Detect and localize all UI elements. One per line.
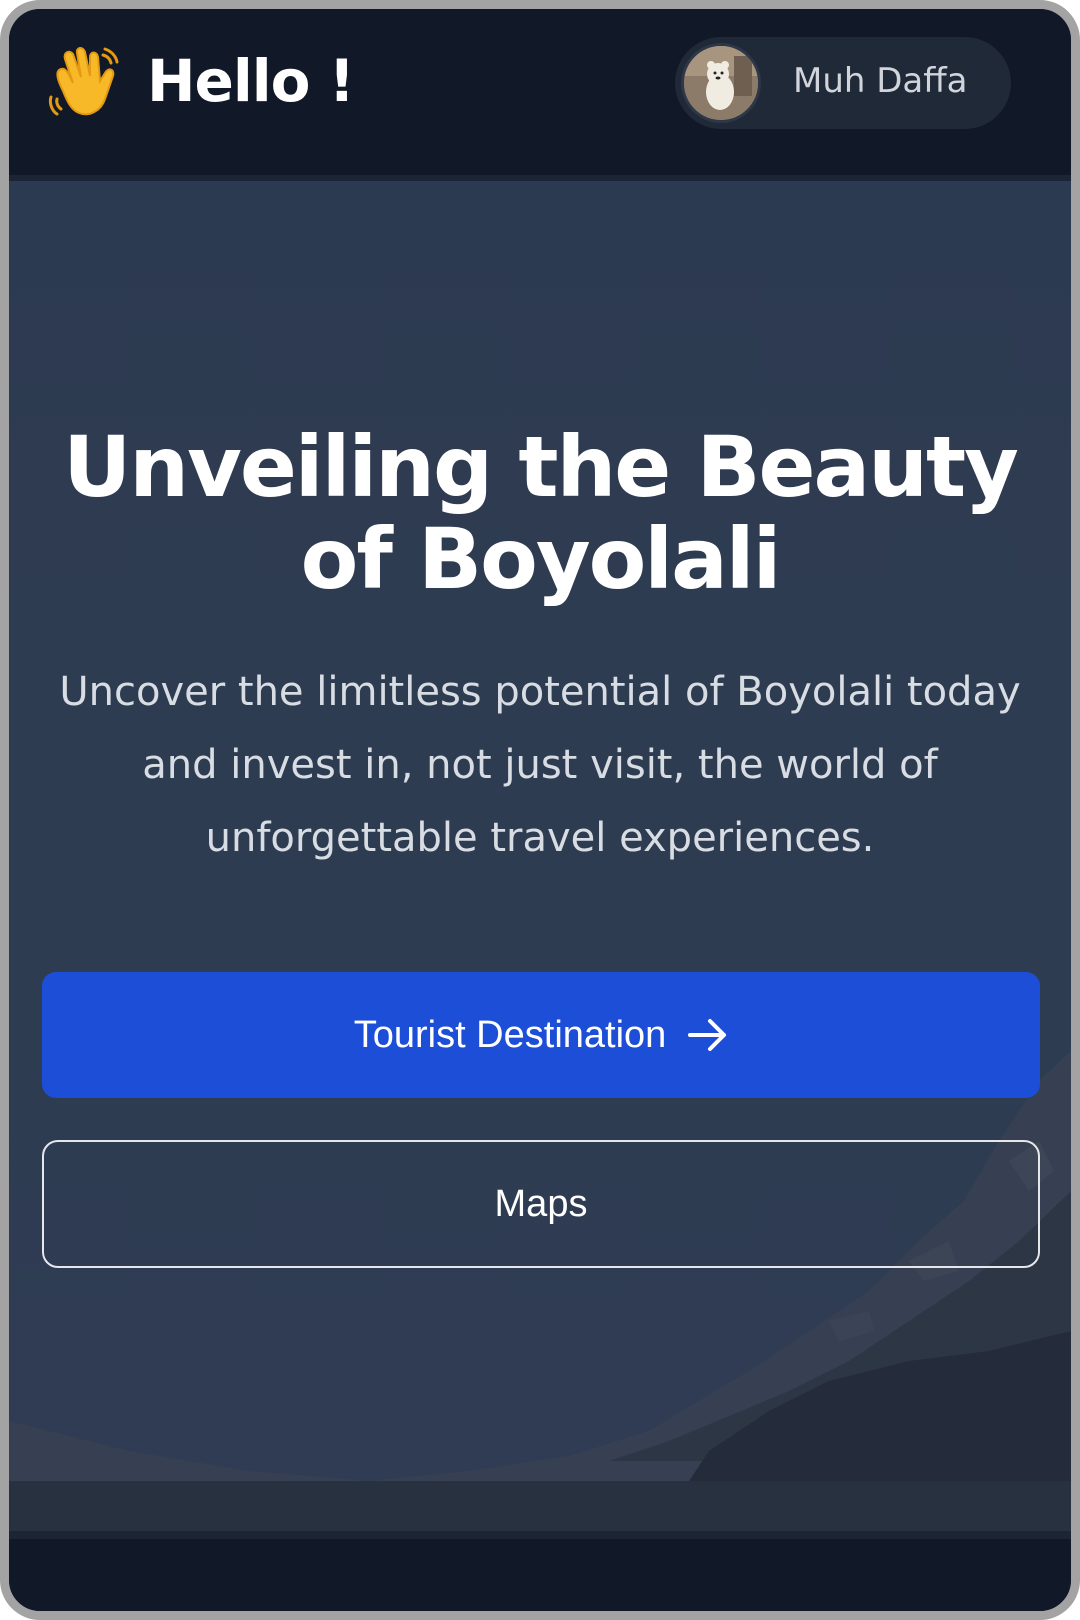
header: Hello ! Muh Daffa xyxy=(9,9,1071,181)
arrow-right-icon xyxy=(688,1019,727,1051)
user-name: Muh Daffa xyxy=(793,61,968,101)
hero-title: Unveiling the Beauty of Boyolali xyxy=(63,418,1019,608)
user-profile-button[interactable]: Muh Daffa xyxy=(675,37,1011,129)
bear-avatar-icon xyxy=(684,46,758,120)
tourist-destination-button[interactable]: Tourist Destination xyxy=(42,972,1040,1098)
tourist-destination-label: Tourist Destination xyxy=(353,1013,667,1056)
hero-section: Unveiling the Beauty of Boyolali Uncover… xyxy=(9,181,1071,1531)
maps-label: Maps xyxy=(494,1182,588,1225)
app-frame: Hello ! Muh Daffa Unveiling the Beauty o… xyxy=(0,0,1080,1620)
bottom-bar xyxy=(9,1531,1071,1611)
avatar[interactable] xyxy=(681,43,761,123)
maps-button[interactable]: Maps xyxy=(42,1140,1040,1268)
hero-subtitle: Uncover the limitless potential of Boyol… xyxy=(59,669,1021,861)
waving-hand-icon xyxy=(48,47,119,116)
greeting-title: Hello ! xyxy=(147,47,355,115)
